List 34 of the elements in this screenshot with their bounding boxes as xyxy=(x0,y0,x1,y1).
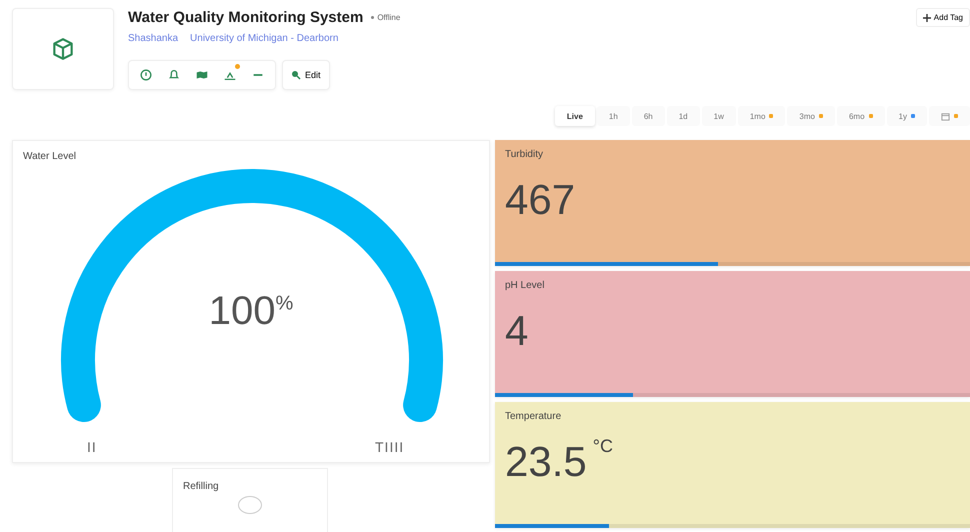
time-range-tab[interactable]: 6mo xyxy=(836,106,885,126)
owner-link[interactable]: Shashanka xyxy=(128,33,178,44)
toggle-switch[interactable] xyxy=(238,496,262,514)
time-range-tab[interactable]: 6h xyxy=(632,106,665,126)
add-tag-button[interactable]: Add Tag xyxy=(916,8,970,27)
status-label: Offline xyxy=(377,13,400,22)
card-title: Temperature xyxy=(505,411,562,422)
time-range-tab[interactable]: 1d xyxy=(666,106,700,126)
time-range-tab[interactable]: Live xyxy=(554,106,595,126)
time-range-tab[interactable]: 1w xyxy=(702,106,736,126)
search-icon xyxy=(291,70,301,80)
gauge-value: 100$^{%}$ xyxy=(208,289,294,334)
plus-icon xyxy=(922,14,931,22)
time-range-tab[interactable]: 1mo xyxy=(738,106,786,126)
card-title: Turbidity xyxy=(505,149,544,160)
calendar-icon xyxy=(941,112,950,120)
metric-value: 23.5 xyxy=(505,438,587,486)
device-title: Water Quality Monitoring System xyxy=(128,9,364,26)
metric-value: 467 xyxy=(505,176,576,224)
unit-label: °C xyxy=(592,436,613,457)
card-title: pH Level xyxy=(505,280,546,291)
time-range-tab[interactable]: 1h xyxy=(596,106,630,126)
gauge-min-label: II xyxy=(87,439,97,455)
edit-button[interactable]: Edit xyxy=(282,60,330,90)
status-dot-icon xyxy=(371,16,374,19)
card-title: Water Level xyxy=(23,151,77,162)
time-range-tab[interactable]: 1y xyxy=(886,106,927,126)
time-range-tab[interactable] xyxy=(929,106,970,126)
gauge-max-label: TIIII xyxy=(375,439,404,455)
metric-value: 4 xyxy=(505,307,528,355)
info-icon xyxy=(139,68,153,82)
organization-link[interactable]: University of Michigan - Dearborn xyxy=(190,33,338,44)
time-range-tab[interactable]: 3mo xyxy=(787,106,835,126)
card-title: Refilling xyxy=(183,481,220,492)
